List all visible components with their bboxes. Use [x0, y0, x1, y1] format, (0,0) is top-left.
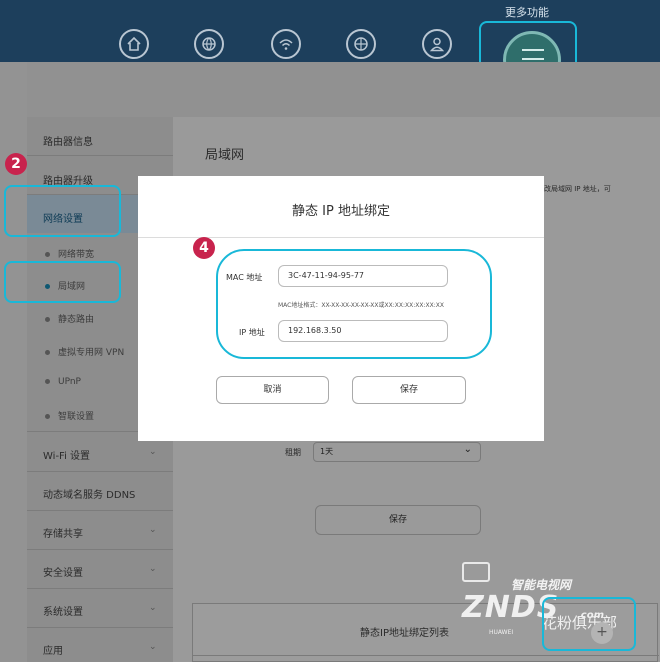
bullet-icon: [45, 350, 50, 355]
sidebar-divider: [27, 510, 173, 511]
sidebar-divider: [27, 155, 173, 156]
more-functions-label: 更多功能: [505, 6, 549, 19]
sidebar-divider: [27, 588, 173, 589]
sidebar-subitem-static-route[interactable]: 静态路由: [45, 312, 94, 325]
sidebar-subitem-label: 静态路由: [58, 315, 95, 325]
sidebar-divider: [27, 471, 173, 472]
sidebar-item-wifi-settings[interactable]: Wi-Fi 设置: [43, 447, 90, 462]
network-icon[interactable]: [346, 29, 376, 59]
page-description: 改局域网 IP 地址，可: [544, 185, 611, 193]
save-button[interactable]: 保存: [352, 376, 466, 404]
sidebar-subitem-vpn[interactable]: 虚拟专用网 VPN: [45, 345, 124, 358]
bullet-icon: [45, 379, 50, 384]
callout-badge-4: 4: [193, 237, 215, 259]
left-gutter: [0, 62, 27, 662]
user-icon[interactable]: [422, 29, 452, 59]
sidebar-subitem-label: 虚拟专用网 VPN: [58, 348, 125, 358]
chevron-down-icon: ⌄: [149, 642, 157, 652]
table-title: 静态IP地址绑定列表: [360, 628, 449, 639]
sidebar-divider: [27, 549, 173, 550]
sidebar-subitem-smart-settings[interactable]: 智联设置: [45, 409, 94, 422]
bullet-icon: [45, 317, 50, 322]
watermark-huawei: HUAWEI: [489, 629, 514, 636]
sidebar-item-ddns[interactable]: 动态域名服务 DDNS: [43, 486, 135, 501]
highlight-network-settings: [4, 185, 121, 237]
sidebar-subitem-upnp[interactable]: UPnP: [45, 377, 81, 387]
page-title: 局域网: [205, 148, 245, 163]
sidebar-item-security[interactable]: 安全设置: [43, 564, 83, 579]
highlight-add-button: [542, 597, 636, 651]
header-gap: [27, 62, 660, 117]
globe-icon[interactable]: [194, 29, 224, 59]
chevron-down-icon: ⌄: [149, 525, 157, 535]
sidebar-item-apps[interactable]: 应用: [43, 642, 63, 657]
wifi-icon[interactable]: [271, 29, 301, 59]
lease-label: 租期: [285, 448, 301, 457]
sidebar-item-storage-sharing[interactable]: 存储共享: [43, 525, 83, 540]
sidebar-divider: [27, 627, 173, 628]
table-divider: [193, 655, 659, 656]
chevron-down-icon: ⌄: [149, 603, 157, 613]
sidebar-subitem-label: 网络带宽: [58, 250, 95, 260]
lease-select[interactable]: 1天 ⌄: [313, 442, 481, 462]
sidebar-subitem-label: UPnP: [58, 377, 81, 387]
bullet-icon: [45, 414, 50, 419]
callout-badge-2: 2: [5, 153, 27, 175]
highlight-dialog-fields: [216, 249, 492, 359]
cancel-button[interactable]: 取消: [216, 376, 329, 404]
sidebar-subitem-bandwidth[interactable]: 网络带宽: [45, 247, 94, 260]
home-icon[interactable]: [119, 29, 149, 59]
sidebar-subitem-label: 智联设置: [58, 412, 95, 422]
lease-select-value: 1天: [320, 447, 334, 456]
sidebar-item-system[interactable]: 系统设置: [43, 603, 83, 618]
sidebar-item-router-info[interactable]: 路由器信息: [43, 133, 93, 148]
lan-save-button[interactable]: 保存: [315, 505, 481, 535]
chevron-down-icon: ⌄: [463, 444, 472, 455]
chevron-down-icon: ⌄: [149, 447, 157, 457]
highlight-lan-item: [4, 261, 121, 303]
chevron-down-icon: ⌄: [149, 564, 157, 574]
bullet-icon: [45, 252, 50, 257]
tv-logo-icon: [462, 562, 490, 582]
dialog-title: 静态 IP 地址绑定: [292, 204, 390, 219]
